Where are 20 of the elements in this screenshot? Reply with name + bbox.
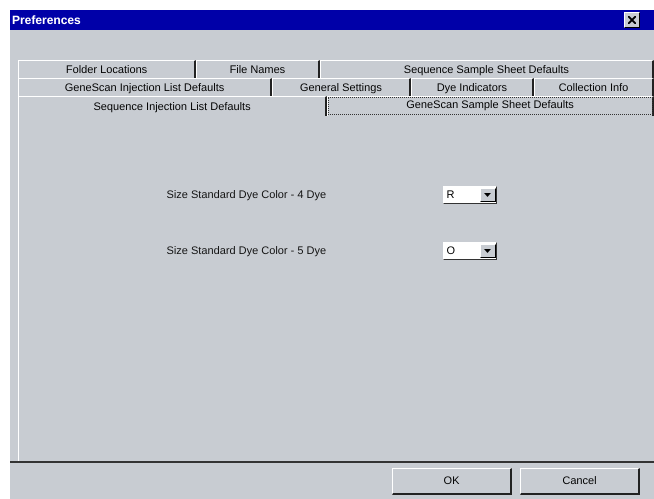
tab[interactable]: Sequence Injection List Defaults	[18, 96, 328, 116]
tab[interactable]: General Settings	[272, 78, 411, 96]
dye-color-dropdown[interactable]: R	[442, 186, 496, 204]
close-icon	[628, 16, 636, 24]
tab[interactable]: Folder Locations	[18, 60, 196, 78]
close-button[interactable]	[624, 12, 640, 28]
dye-color-dropdown[interactable]: O	[442, 242, 496, 260]
setting-label: Size Standard Dye Color - 4 Dye	[166, 189, 326, 201]
dialog-button[interactable]: OK	[392, 468, 512, 495]
tab[interactable]: Sequence Sample Sheet Defaults	[320, 60, 654, 78]
tab[interactable]: Collection Info	[534, 78, 654, 96]
dialog-button[interactable]: Cancel	[520, 468, 640, 495]
setting-label: Size Standard Dye Color - 5 Dye	[166, 245, 326, 257]
tab[interactable]: File Names	[196, 60, 320, 78]
dropdown-arrow-icon	[484, 193, 491, 197]
tab[interactable]: GeneScan Sample Sheet Defaults	[327, 96, 654, 116]
dropdown-arrow-icon	[484, 249, 491, 253]
tab[interactable]: GeneScan Injection List Defaults	[18, 78, 272, 96]
window-title: Preferences	[12, 13, 81, 27]
tab[interactable]: Dye Indicators	[410, 78, 534, 96]
